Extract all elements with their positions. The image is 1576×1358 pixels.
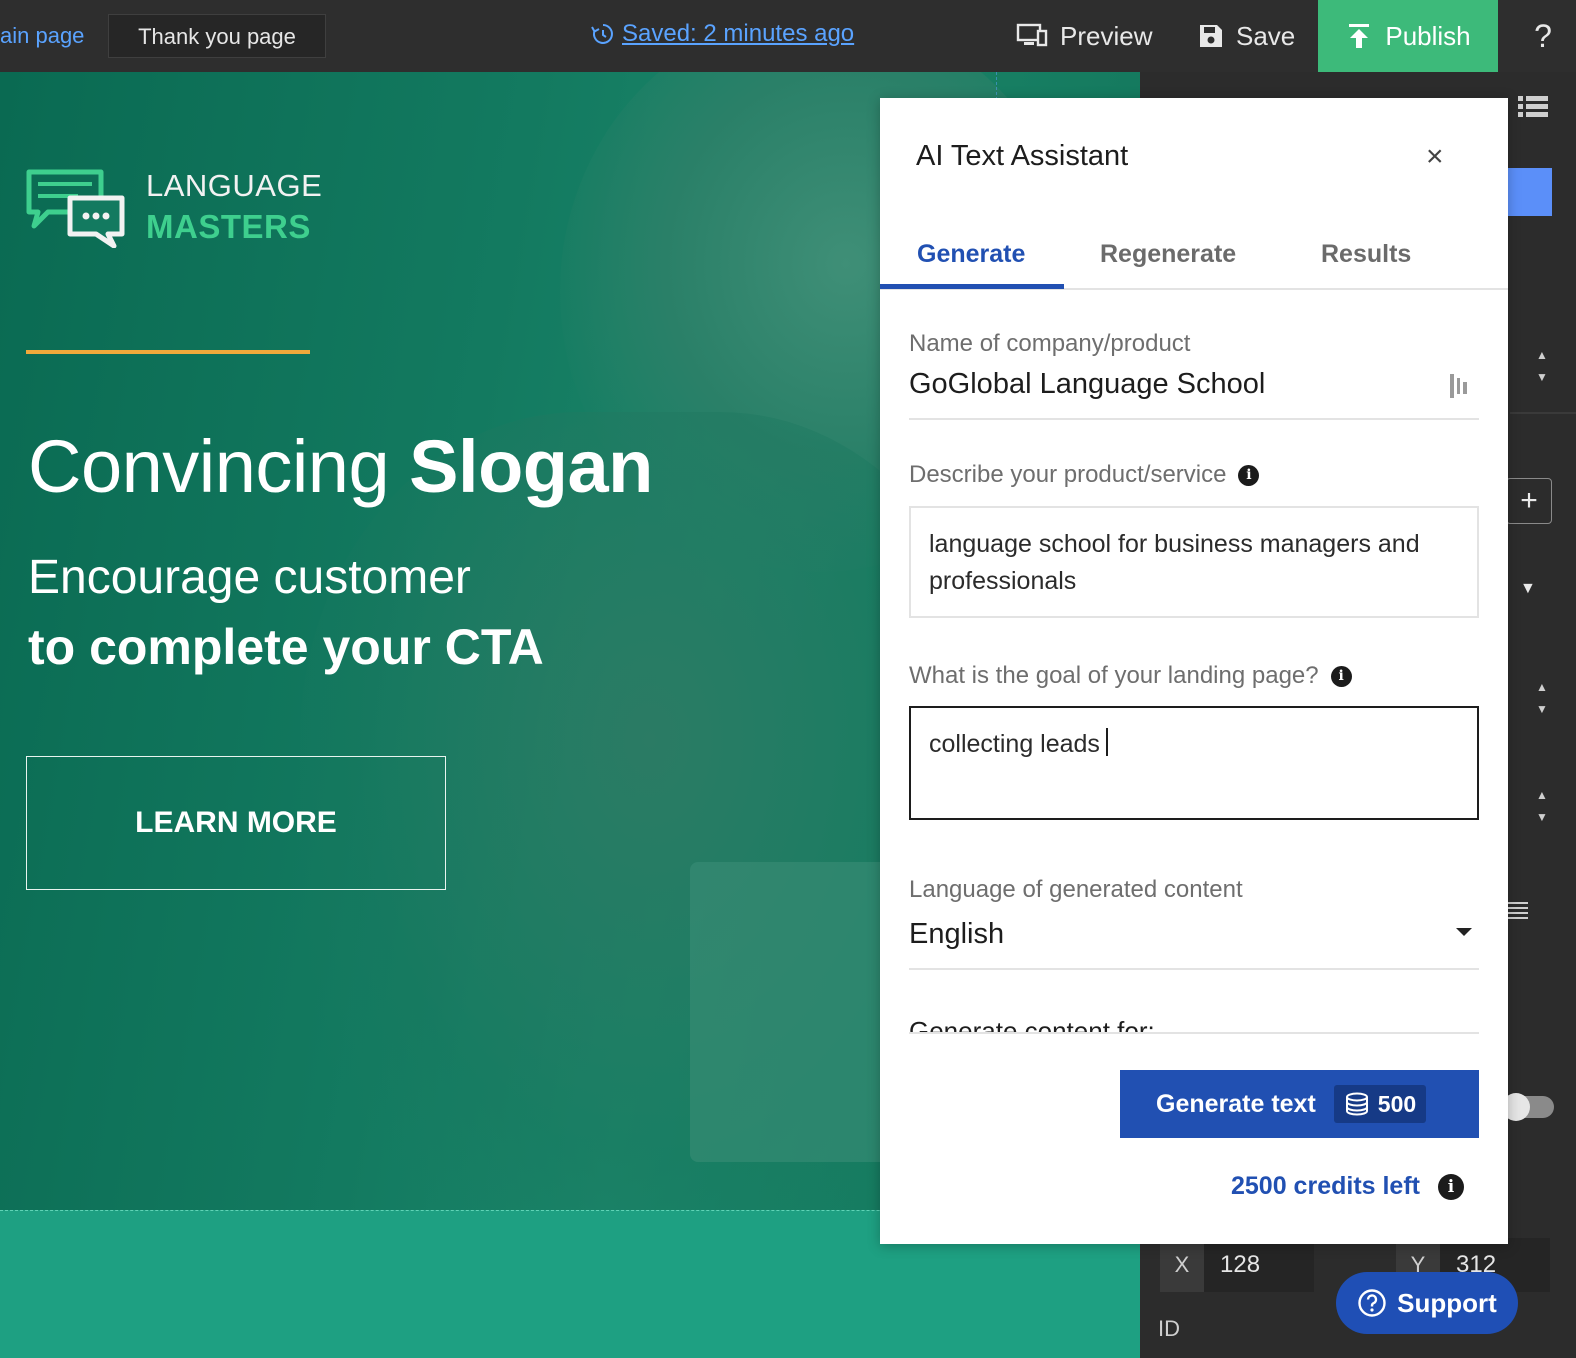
chevron-down-icon[interactable]: ▼ bbox=[1520, 580, 1536, 598]
coins-stack-icon bbox=[1345, 1092, 1368, 1116]
generate-text-label: Generate text bbox=[1156, 1089, 1316, 1118]
goal-textarea[interactable]: collecting leads bbox=[909, 706, 1479, 820]
x-coordinate-input[interactable]: 128 bbox=[1204, 1238, 1314, 1292]
goal-field-label: What is the goal of your landing page? i bbox=[909, 662, 1352, 690]
info-icon[interactable]: i bbox=[1238, 464, 1260, 486]
company-field-label: Name of company/product bbox=[909, 330, 1190, 358]
chevron-down-icon[interactable] bbox=[1456, 928, 1472, 936]
cost-value: 500 bbox=[1377, 1090, 1417, 1117]
support-label: Support bbox=[1397, 1287, 1497, 1318]
floppy-disk-icon bbox=[1200, 25, 1222, 47]
goal-textarea-value: collecting leads bbox=[929, 730, 1100, 758]
active-tab-indicator bbox=[880, 284, 1064, 289]
tab-results[interactable]: Results bbox=[1321, 240, 1411, 269]
credits-left-text: 2500 credits left bbox=[1231, 1172, 1420, 1200]
hero-subheadline-2[interactable]: to complete your CTA bbox=[28, 618, 544, 676]
panel-divider bbox=[1510, 412, 1576, 414]
save-label: Save bbox=[1236, 20, 1296, 51]
saved-status-link[interactable]: Saved: 2 minutes ago bbox=[590, 20, 854, 48]
generate-content-for-label: Generate content for: bbox=[909, 1018, 1155, 1032]
logo-text-language: LANGUAGE bbox=[146, 168, 323, 203]
saved-status-text: Saved: 2 minutes ago bbox=[622, 20, 855, 47]
hero-headline[interactable]: Convincing Slogan bbox=[28, 424, 653, 509]
info-icon[interactable]: i bbox=[1438, 1173, 1464, 1200]
language-label-text: Language of generated content bbox=[909, 876, 1243, 903]
close-icon[interactable]: × bbox=[1426, 140, 1444, 174]
tab-thank-you-page[interactable]: Thank you page bbox=[108, 14, 326, 58]
layers-list-icon[interactable] bbox=[1518, 94, 1548, 120]
describe-textarea[interactable]: language school for business managers an… bbox=[909, 506, 1479, 618]
publish-button[interactable]: Publish bbox=[1318, 0, 1498, 72]
logo-text-masters: MASTERS bbox=[146, 208, 311, 245]
password-manager-icon[interactable] bbox=[1448, 372, 1470, 400]
headline-regular: Convincing bbox=[28, 425, 410, 508]
help-button[interactable]: ? bbox=[1510, 0, 1576, 72]
stepper-arrows[interactable]: ▲ ▼ bbox=[1536, 784, 1548, 828]
company-label-text: Name of company/product bbox=[909, 330, 1191, 357]
question-circle-icon bbox=[1358, 1289, 1386, 1317]
top-toolbar: ain page Thank you page Saved: 2 minutes… bbox=[0, 0, 1576, 72]
language-field-underline bbox=[909, 968, 1479, 970]
toggle-switch[interactable] bbox=[1502, 1093, 1554, 1121]
align-justify-icon[interactable] bbox=[1506, 900, 1528, 922]
hero-subheadline-1[interactable]: Encourage customer bbox=[28, 550, 471, 605]
support-button[interactable]: Support bbox=[1336, 1272, 1518, 1334]
goal-label-text: What is the goal of your landing page? bbox=[909, 662, 1319, 689]
assistant-tabs: Generate Regenerate Results bbox=[880, 226, 1508, 290]
language-select[interactable]: English bbox=[909, 918, 1004, 951]
preview-button[interactable]: Preview bbox=[1016, 0, 1152, 72]
stepper-arrows[interactable]: ▲ ▼ bbox=[1536, 344, 1548, 388]
describe-label-text: Describe your product/service bbox=[909, 461, 1227, 488]
ai-text-assistant-panel: AI Text Assistant × Generate Regenerate … bbox=[880, 98, 1508, 1244]
save-button[interactable]: Save bbox=[1198, 0, 1295, 72]
tab-regenerate[interactable]: Regenerate bbox=[1100, 240, 1236, 269]
panel-title: AI Text Assistant bbox=[916, 140, 1129, 172]
devices-icon bbox=[1016, 23, 1048, 47]
credits-left-indicator: 2500 credits left i bbox=[1231, 1172, 1464, 1201]
preview-label: Preview bbox=[1060, 20, 1153, 51]
add-button[interactable]: + bbox=[1506, 478, 1552, 524]
describe-field-label: Describe your product/service i bbox=[909, 461, 1260, 489]
scroll-fade-divider bbox=[909, 1032, 1479, 1034]
headline-bold: Slogan bbox=[409, 425, 653, 508]
text-cursor bbox=[1105, 728, 1108, 756]
id-label: ID bbox=[1158, 1316, 1180, 1341]
company-field-underline bbox=[909, 418, 1479, 420]
cost-badge: 500 bbox=[1333, 1085, 1427, 1123]
x-coordinate-label: X bbox=[1160, 1238, 1204, 1292]
info-icon[interactable]: i bbox=[1330, 665, 1352, 687]
upload-icon bbox=[1349, 24, 1370, 48]
logo-underline bbox=[26, 350, 310, 354]
color-swatch[interactable] bbox=[1506, 168, 1552, 216]
learn-more-button[interactable]: LEARN MORE bbox=[26, 756, 446, 890]
chat-bubbles-icon bbox=[26, 169, 125, 248]
tab-generate[interactable]: Generate bbox=[917, 240, 1025, 269]
company-field-input[interactable]: GoGlobal Language School bbox=[909, 368, 1265, 401]
stepper-arrows[interactable]: ▲ ▼ bbox=[1536, 676, 1548, 720]
tab-main-page[interactable]: ain page bbox=[0, 14, 110, 58]
generate-text-button[interactable]: Generate text 500 bbox=[1120, 1070, 1479, 1138]
hero-photo-laptop bbox=[690, 862, 900, 1162]
publish-label: Publish bbox=[1385, 20, 1471, 51]
history-icon bbox=[591, 24, 613, 44]
language-field-label: Language of generated content bbox=[909, 876, 1243, 904]
